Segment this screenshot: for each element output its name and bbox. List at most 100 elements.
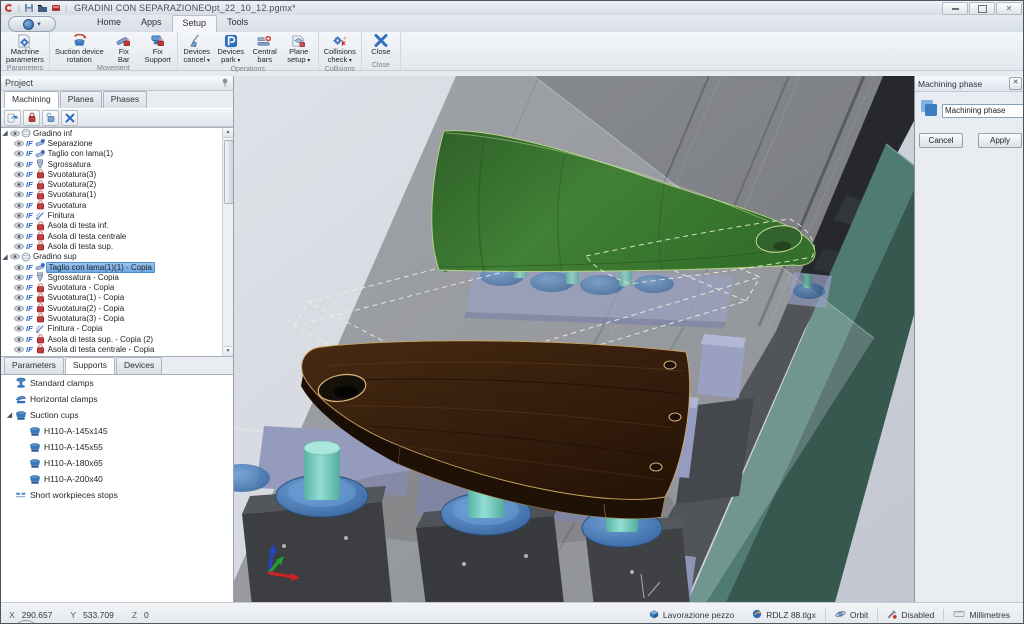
tree-row-label[interactable]: Svuotatura(2) [46, 180, 98, 189]
maximize-button[interactable] [969, 2, 995, 15]
collisions-check-button[interactable]: ?Collisionscheck ▾ [321, 33, 359, 65]
eye-icon[interactable] [13, 305, 24, 312]
devices-park-button[interactable]: Devicespark ▾ [214, 33, 248, 65]
tab-devices[interactable]: Devices [116, 357, 162, 374]
tree-row-label[interactable]: Taglio con lama(1) [46, 149, 115, 158]
tree-row[interactable]: IFSgrossatura - Copia [1, 272, 233, 282]
scrollbar-thumb[interactable] [224, 140, 233, 204]
ribbon-tab-home[interactable]: Home [87, 15, 131, 32]
tree-row-label[interactable]: Gradino inf [31, 129, 74, 138]
close-button[interactable]: Close [364, 33, 398, 56]
support-row[interactable]: ◢Suction cups [1, 407, 233, 423]
phase-name-input[interactable] [942, 104, 1024, 118]
support-row[interactable]: Standard clamps [1, 375, 233, 391]
tree-row[interactable]: IFSvuotatura(1) [1, 190, 233, 200]
export-plan-button[interactable] [4, 110, 21, 126]
tree-row[interactable]: IFAsola di testa sup. [1, 241, 233, 251]
plane-setup-button[interactable]: Planesetup ▾ [282, 33, 316, 65]
tree-row[interactable]: IFSvuotatura(2) [1, 179, 233, 189]
support-row[interactable]: H110-A-145x145 [1, 423, 233, 439]
save-icon[interactable] [24, 3, 34, 13]
tree-row[interactable]: IFSvuotatura [1, 200, 233, 210]
cancel-button[interactable]: Cancel [919, 133, 963, 148]
tree-row-label[interactable]: Asola di testa inf. [46, 221, 111, 230]
tree-row[interactable]: IFAsola di testa inf. [1, 221, 233, 231]
tree-row-label[interactable]: Svuotatura(2) - Copia [46, 304, 126, 313]
tree-row-label[interactable]: Sgrossatura - Copia [46, 273, 121, 282]
app-logo-icon[interactable] [4, 3, 14, 13]
eye-icon[interactable] [13, 264, 24, 271]
recent-icon[interactable] [51, 3, 61, 13]
support-row-label[interactable]: H110-A-180x65 [44, 458, 103, 468]
delete-button[interactable] [61, 110, 78, 126]
tree-row[interactable]: IFSvuotatura - Copia [1, 282, 233, 292]
tree-row-label[interactable]: Svuotatura(3) [46, 170, 98, 179]
support-row[interactable]: Short workpieces stops [1, 487, 233, 503]
tree-row[interactable]: IFSvuotatura(1) - Copia [1, 293, 233, 303]
support-row-label[interactable]: Suction cups [30, 410, 79, 420]
ribbon-tab-setup[interactable]: Setup [172, 15, 218, 33]
support-row-label[interactable]: H110-A-145x55 [44, 442, 103, 452]
tree-row-label[interactable]: Svuotatura(1) [46, 190, 98, 199]
tree-row-label[interactable]: Finitura [46, 211, 77, 220]
support-row-label[interactable]: H110-A-200x40 [44, 474, 103, 484]
expander-icon[interactable]: ◢ [1, 253, 9, 261]
eye-icon[interactable] [13, 202, 24, 209]
application-menu-button[interactable]: ▾ [8, 16, 56, 32]
scroll-up-icon[interactable]: ▲ [223, 128, 233, 138]
panel-close-button[interactable]: ✕ [1009, 77, 1022, 90]
tree-scrollbar[interactable]: ▲ ▼ [222, 128, 233, 356]
tree-row-label[interactable]: Svuotatura(1) - Copia [46, 293, 126, 302]
tree-row-label[interactable]: Asola di testa sup. - Copia (2) [46, 335, 155, 344]
tab-parameters[interactable]: Parameters [4, 357, 64, 374]
status-item-disabled[interactable]: Disabled [878, 609, 943, 621]
status-item-millimetres[interactable]: Millimetres [944, 610, 1019, 620]
tree-row-label[interactable]: Separazione [46, 139, 95, 148]
tree-row[interactable]: IFSvuotatura(3) [1, 169, 233, 179]
lock-button[interactable] [23, 110, 40, 126]
tree-row[interactable]: IFSgrossatura [1, 159, 233, 169]
tree-row-label[interactable]: Asola di testa centrale - Copia [46, 345, 157, 354]
support-row-label[interactable]: Standard clamps [30, 378, 94, 388]
eye-icon[interactable] [13, 191, 24, 198]
tree-row-label[interactable]: Svuotatura - Copia [46, 283, 117, 292]
tree-row-label[interactable]: Asola di testa sup. [46, 242, 115, 251]
tree-row[interactable]: IFSeparazione [1, 138, 233, 148]
tree-row-label[interactable]: Taglio con lama(1)(1) - Copia [46, 262, 155, 273]
tree-row[interactable]: IFTaglio con lama(1) [1, 149, 233, 159]
tab-supports[interactable]: Supports [65, 357, 115, 374]
eye-icon[interactable] [13, 346, 24, 353]
tree-row[interactable]: IFAsola di testa centrale [1, 231, 233, 241]
tree-row-label[interactable]: Sgrossatura [46, 160, 93, 169]
tab-machining[interactable]: Machining [4, 91, 59, 108]
eye-icon[interactable] [9, 130, 20, 137]
unlock-button[interactable] [42, 110, 59, 126]
eye-icon[interactable] [13, 284, 24, 291]
eye-icon[interactable] [9, 253, 20, 260]
tree-row[interactable]: IFSvuotatura(2) - Copia [1, 303, 233, 313]
eye-icon[interactable] [13, 161, 24, 168]
support-row-label[interactable]: Short workpieces stops [30, 490, 118, 500]
status-item-rdlz-88-tlgx[interactable]: RDLZ 88.tlgx [743, 609, 825, 621]
eye-icon[interactable] [13, 233, 24, 240]
tree-row-label[interactable]: Svuotatura(3) - Copia [46, 314, 126, 323]
fix-bar-button[interactable]: FixBar [107, 33, 141, 64]
open-icon[interactable] [37, 3, 48, 13]
machine-parameters-button[interactable]: Machineparameters [3, 33, 47, 64]
eye-icon[interactable] [13, 140, 24, 147]
tree-row-label[interactable]: Svuotatura [46, 201, 89, 210]
apply-button[interactable]: Apply [978, 133, 1022, 148]
tree-row[interactable]: IFAsola di testa centrale - Copia [1, 344, 233, 354]
status-item-lavorazione-pezzo[interactable]: Lavorazione pezzo [640, 609, 743, 621]
expander-icon[interactable]: ◢ [1, 129, 9, 137]
support-row[interactable]: H110-A-180x65 [1, 455, 233, 471]
tree-row[interactable]: IFTaglio con lama(1)(1) - Copia [1, 262, 233, 272]
support-row-label[interactable]: Horizontal clamps [30, 394, 98, 404]
tree-row[interactable]: IFSvuotatura(3) - Copia [1, 313, 233, 323]
tree-row[interactable]: IFAsola di testa sup. - Copia (2) [1, 334, 233, 344]
3d-viewport[interactable] [234, 76, 914, 602]
tab-phases[interactable]: Phases [103, 91, 147, 108]
devices-cancel-button[interactable]: Devicescancel ▾ [180, 33, 214, 65]
eye-icon[interactable] [13, 150, 24, 157]
tree-row[interactable]: IFFinitura - Copia [1, 324, 233, 334]
